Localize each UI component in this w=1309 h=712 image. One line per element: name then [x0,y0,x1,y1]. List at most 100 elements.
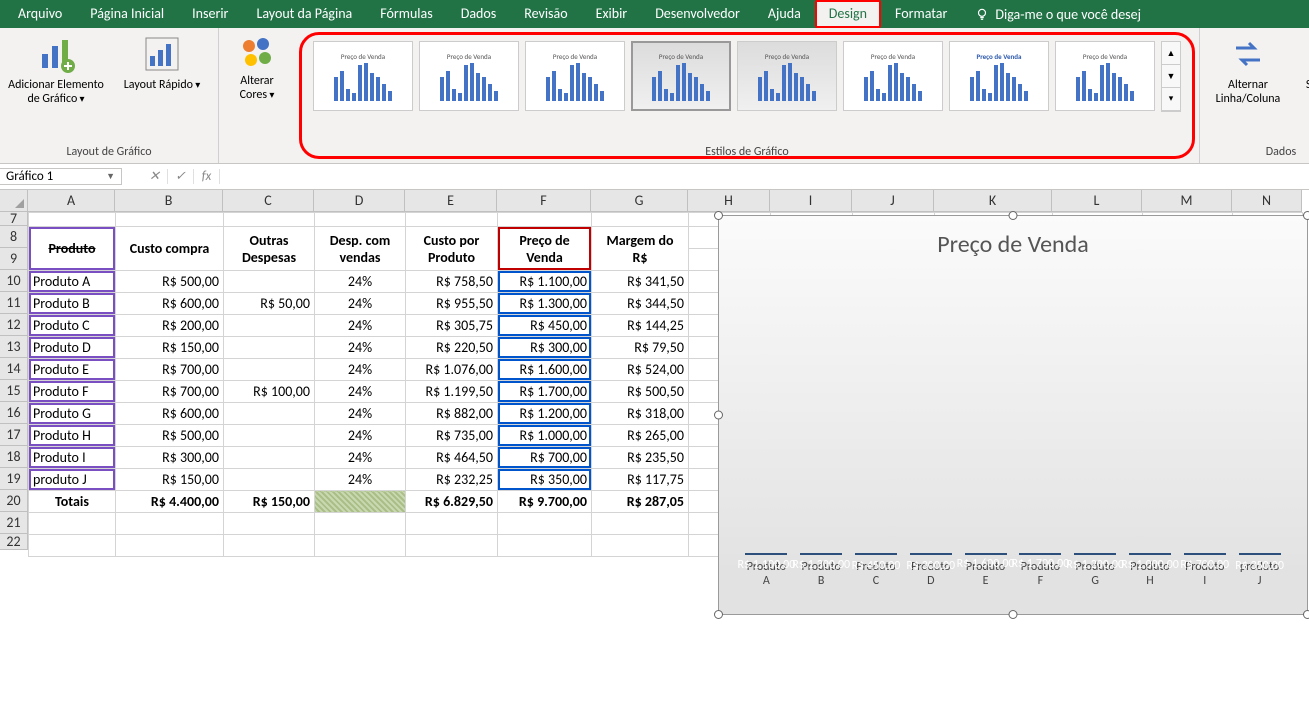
cell[interactable]: R$ 735,00 [406,425,498,447]
row-header-20[interactable]: 20 [0,490,28,512]
row-header-13[interactable]: 13 [0,336,28,358]
cell[interactable]: R$ 700,00 [116,359,224,381]
cell[interactable] [29,535,116,557]
cell[interactable]: R$ 6.829,50 [406,491,498,513]
resize-handle-n[interactable] [1009,211,1018,220]
gallery-up-button[interactable]: ▲ [1162,42,1180,65]
tell-me-search[interactable]: Diga-me o que você desej [961,0,1155,28]
cell[interactable]: R$ 220,50 [406,337,498,359]
cell[interactable]: Produto F [29,381,116,403]
row-header-18[interactable]: 18 [0,446,28,468]
cell[interactable]: R$ 318,00 [592,403,689,425]
cell[interactable]: R$ 117,75 [592,469,689,491]
chart-bar[interactable]: R$ 1.300,00 [794,553,848,555]
chart-style-thumb-2[interactable]: Preço de Venda [419,41,519,111]
cell[interactable] [224,359,315,381]
cell[interactable]: R$ 758,50 [406,271,498,293]
cell[interactable]: R$ 500,00 [116,425,224,447]
row-header-16[interactable]: 16 [0,402,28,424]
row-header-19[interactable]: 19 [0,468,28,490]
cell[interactable]: 24% [315,403,406,425]
cell[interactable]: R$ 150,00 [116,337,224,359]
chart-plot-area[interactable]: R$ 1.100,00R$ 1.300,00R$ 450,00R$ 300,00… [739,265,1287,555]
cell[interactable]: 24% [315,425,406,447]
cell[interactable]: R$ 700,00 [498,447,592,469]
resize-handle-sw[interactable] [714,610,723,619]
cell[interactable] [592,513,689,535]
resize-handle-nw[interactable] [714,211,723,220]
select-data-button[interactable]: Selec Dac [1304,34,1309,92]
row-header-10[interactable]: 10 [0,270,28,292]
tab-ajuda[interactable]: Ajuda [754,0,815,28]
chart-bar[interactable]: R$ 1.200,00 [1068,553,1122,555]
cell[interactable]: produto J [29,469,116,491]
cell[interactable]: R$ 344,50 [592,293,689,315]
resize-handle-ne[interactable] [1303,211,1309,220]
cell[interactable]: R$ 50,00 [224,293,315,315]
col-header-F[interactable]: F [497,190,591,212]
switch-row-column-button[interactable]: Alternar Linha/Coluna [1208,34,1288,106]
chart-style-thumb-6[interactable]: Preço de Venda [843,41,943,111]
cell[interactable]: R$ 1.200,00 [498,403,592,425]
cell[interactable] [224,469,315,491]
cell[interactable]: R$ 500,50 [592,381,689,403]
cell[interactable] [224,315,315,337]
cell[interactable] [498,513,592,535]
tab-design[interactable]: Design [815,0,881,28]
cell[interactable] [592,213,689,227]
cell[interactable]: R$ 882,00 [406,403,498,425]
row-header-12[interactable]: 12 [0,314,28,336]
cell[interactable] [224,535,315,557]
tab-layout-pagina[interactable]: Layout da Página [242,0,366,28]
cell[interactable]: R$ 464,50 [406,447,498,469]
col-header-M[interactable]: M [1142,190,1232,212]
cell[interactable]: Produto A [29,271,116,293]
cell[interactable]: R$ 79,50 [592,337,689,359]
col-header-H[interactable]: H [688,190,770,212]
cell[interactable]: R$ 300,00 [498,337,592,359]
col-header-B[interactable]: B [115,190,223,212]
cell[interactable]: Desp. comvendas [315,227,406,271]
cell[interactable] [224,403,315,425]
chart-style-thumb-3[interactable]: Preço de Venda [525,41,625,111]
tab-inserir[interactable]: Inserir [178,0,242,28]
cell[interactable]: Produto C [29,315,116,337]
cell[interactable] [116,513,224,535]
row-header-15[interactable]: 15 [0,380,28,402]
cell[interactable]: R$ 500,00 [116,271,224,293]
cell[interactable]: Produto B [29,293,116,315]
col-header-N[interactable]: N [1232,190,1302,212]
cell[interactable]: 24% [315,337,406,359]
cell[interactable] [498,213,592,227]
change-colors-button[interactable]: Alterar Cores [227,34,287,102]
cell[interactable]: Produto H [29,425,116,447]
cell[interactable] [29,213,116,227]
col-header-L[interactable]: L [1052,190,1142,212]
cell[interactable]: 24% [315,469,406,491]
cell[interactable]: R$ 350,00 [498,469,592,491]
tab-dados[interactable]: Dados [447,0,511,28]
cell[interactable]: OutrasDespesas [224,227,315,271]
cell[interactable]: R$ 100,00 [224,381,315,403]
cell[interactable] [224,337,315,359]
chart-bar[interactable]: R$ 1.100,00 [739,553,793,555]
tab-formulas[interactable]: Fórmulas [366,0,446,28]
cell[interactable] [116,213,224,227]
chart-style-thumb-8[interactable]: Preço de Venda [1055,41,1155,111]
resize-handle-se[interactable] [1303,610,1309,619]
cell[interactable]: 24% [315,315,406,337]
cell[interactable]: 24% [315,447,406,469]
tab-revisao[interactable]: Revisão [510,0,581,28]
tab-arquivo[interactable]: Arquivo [4,0,76,28]
enter-formula-button[interactable]: ✓ [168,169,194,184]
row-header-7[interactable]: 7 [0,212,28,226]
resize-handle-w[interactable] [714,411,723,420]
cell[interactable]: R$ 1.100,00 [498,271,592,293]
cell[interactable] [315,213,406,227]
chart-bar[interactable]: R$ 1.600,00 [959,553,1013,555]
cell[interactable]: R$ 235,50 [592,447,689,469]
cell[interactable]: R$ 300,00 [116,447,224,469]
cell[interactable]: Produto G [29,403,116,425]
cell[interactable]: R$ 150,00 [224,491,315,513]
gallery-down-button[interactable]: ▼ [1162,65,1180,88]
